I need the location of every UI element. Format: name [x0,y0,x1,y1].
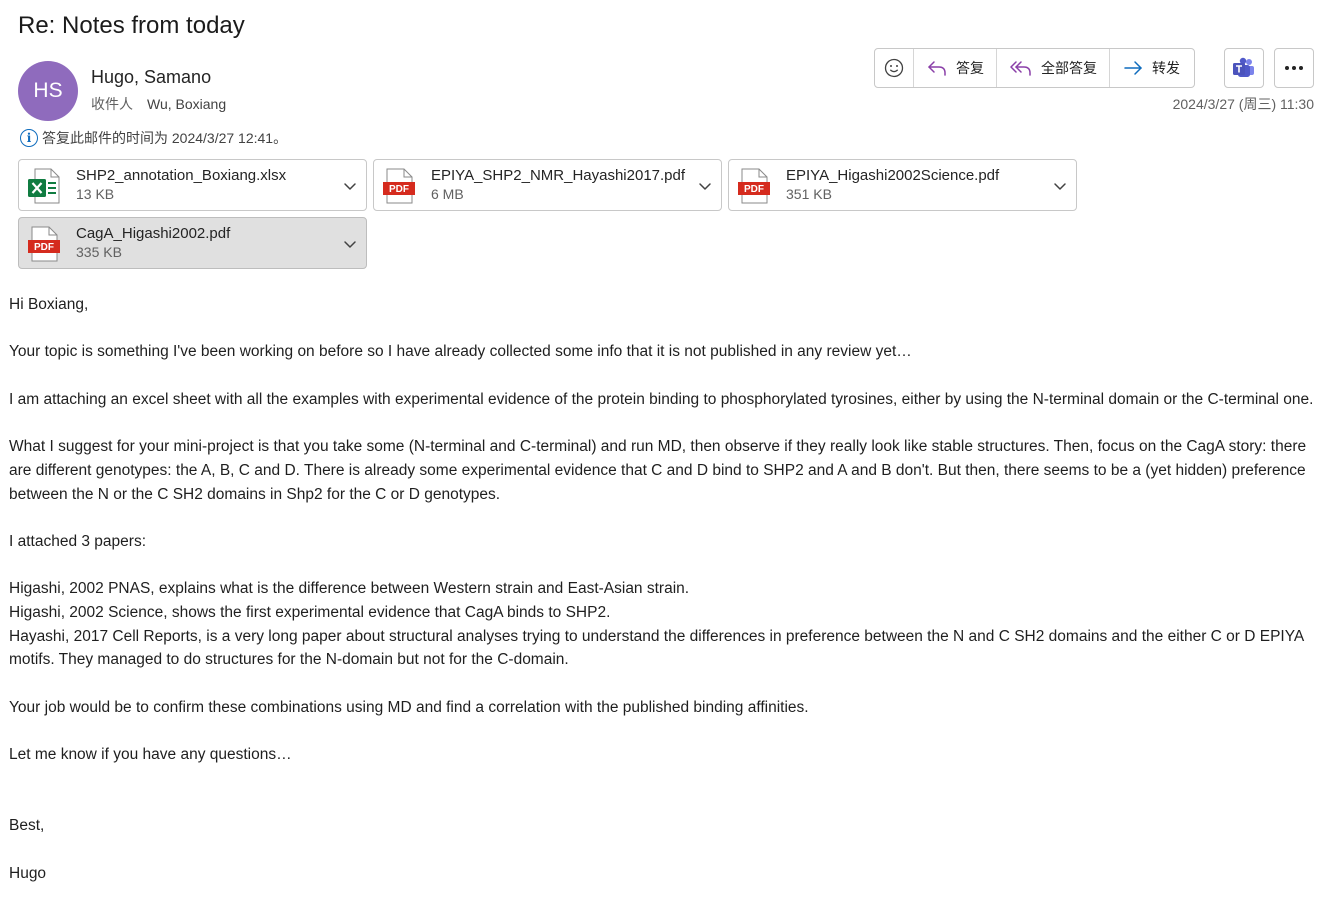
body-paragraph: Your topic is something I've been workin… [9,343,912,361]
attachment-size: 13 KB [76,186,115,202]
greeting: Hi Boxiang, [9,296,89,313]
pdf-file-icon: PDF [28,226,60,262]
reply-all-button[interactable]: 全部答复 [996,49,1109,87]
body-paragraph: Let me know if you have any questions… [9,746,292,764]
attachment-name: EPIYA_Higashi2002Science.pdf [786,167,1000,184]
more-icon [1285,66,1303,70]
body-paragraph: I attached 3 papers: [9,532,147,550]
forward-button[interactable]: 转发 [1109,49,1194,87]
attachment-size: 351 KB [786,186,832,202]
emoji-reaction-button[interactable] [875,49,913,87]
recipient-name[interactable]: Wu, Boxiang [147,96,226,112]
chevron-down-icon[interactable] [697,178,713,194]
to-label: 收件人 [91,96,133,112]
teams-icon [1233,57,1254,77]
reply-label: 答复 [956,60,984,76]
recipients-line: 收件人 Wu, Boxiang [91,94,226,114]
reference-line: Hayashi, 2017 Cell Reports, is a very lo… [9,627,1304,669]
teams-chat-button[interactable] [1224,48,1264,88]
body-paragraph: What I suggest for your mini-project is … [9,438,1307,503]
reply-all-icon [1010,61,1031,76]
attachment-size: 6 MB [431,186,464,202]
message-toolbar: 答复 全部答复 转发 [874,48,1195,88]
chevron-down-icon[interactable] [342,178,358,194]
attachment-name: CagA_Higashi2002.pdf [76,225,231,242]
info-bar: i 答复此邮件的时间为 2024/3/27 12:41。 [20,128,287,148]
smiley-icon [884,58,904,78]
excel-file-icon [28,168,60,204]
svg-text:PDF: PDF [744,184,764,195]
reply-all-label: 全部答复 [1041,60,1097,76]
forward-arrow-icon [1124,61,1142,75]
reply-button[interactable]: 答复 [913,49,996,87]
chevron-down-icon[interactable] [1052,178,1068,194]
attachment-name: EPIYA_SHP2_NMR_Hayashi2017.pdf [431,167,686,184]
more-actions-button[interactable] [1274,48,1314,88]
body-paragraph: I am attaching an excel sheet with all t… [9,390,1314,408]
attachment-card[interactable]: PDF EPIYA_Higashi2002Science.pdf 351 KB [728,159,1077,211]
forward-label: 转发 [1152,60,1180,76]
body-paragraph: Your job would be to confirm these combi… [9,698,809,716]
attachment-card[interactable]: SHP2_annotation_Boxiang.xlsx 13 KB [18,159,367,211]
attachment-card-selected[interactable]: PDF CagA_Higashi2002.pdf 335 KB [18,217,367,269]
avatar[interactable]: HS [18,61,78,121]
signature: Hugo [9,864,47,882]
closing: Best, [9,817,45,835]
email-subject: Re: Notes from today [18,12,245,39]
reference-line: Higashi, 2002 PNAS, explains what is the… [9,580,690,598]
message-body: Hi Boxiang, Your topic is something I've… [9,293,1314,885]
pdf-file-icon: PDF [383,168,415,204]
svg-text:PDF: PDF [389,184,409,195]
info-icon: i [20,129,38,147]
svg-text:PDF: PDF [34,242,54,253]
pdf-file-icon: PDF [738,168,770,204]
reply-icon [928,61,946,76]
chevron-down-icon[interactable] [342,236,358,252]
reference-line: Higashi, 2002 Science, shows the first e… [9,604,611,622]
attachment-card[interactable]: PDF EPIYA_SHP2_NMR_Hayashi2017.pdf 6 MB [373,159,722,211]
attachment-name: SHP2_annotation_Boxiang.xlsx [76,167,287,184]
attachment-size: 335 KB [76,244,122,260]
sender-name[interactable]: Hugo, Samano [91,67,211,88]
info-text: 答复此邮件的时间为 2024/3/27 12:41。 [42,130,288,146]
sent-timestamp: 2024/3/27 (周三) 11:30 [1172,96,1314,112]
